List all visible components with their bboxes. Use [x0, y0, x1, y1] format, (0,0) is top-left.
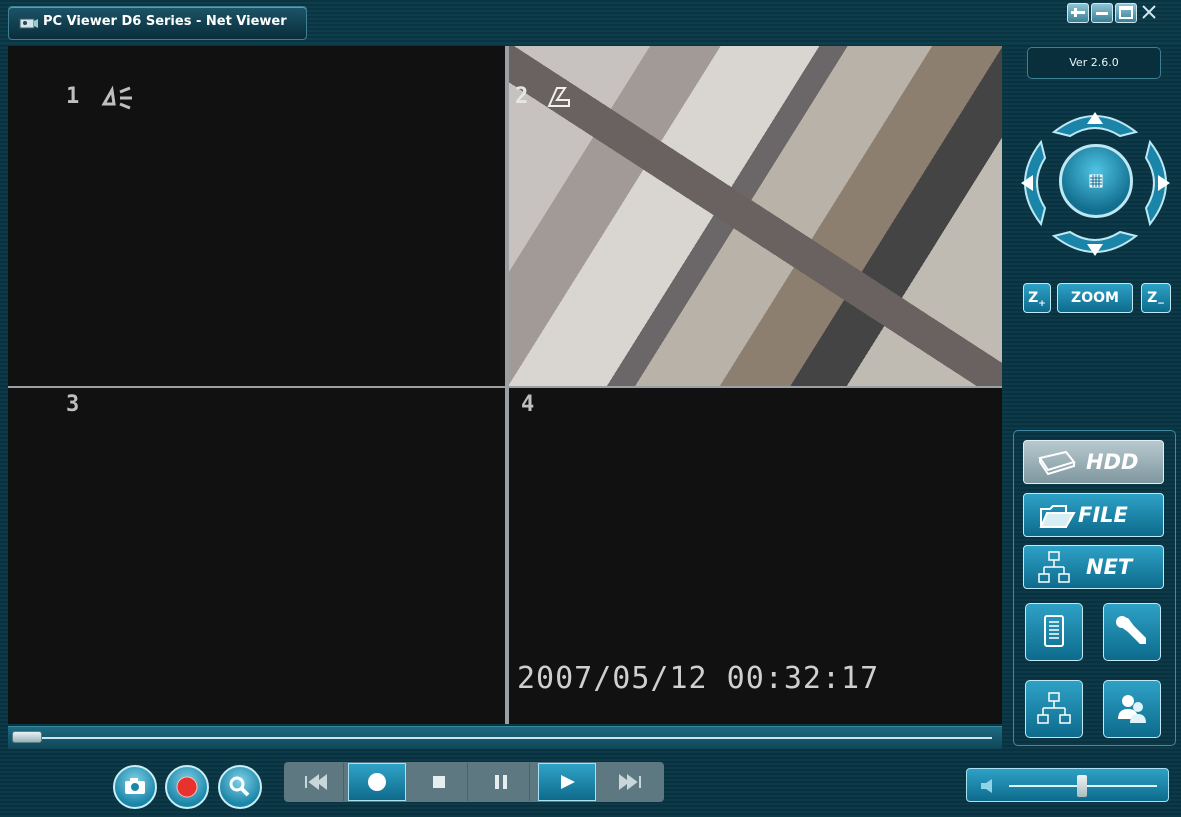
- record-icon: [176, 776, 198, 798]
- channel-1-view[interactable]: 1: [8, 46, 505, 386]
- skip-back-icon: [305, 774, 327, 790]
- settings-button[interactable]: [1103, 603, 1161, 661]
- bottom-toolbar: [0, 750, 1181, 817]
- pin-icon: [1071, 8, 1085, 17]
- zoom-in-label: Z: [1028, 290, 1039, 306]
- wrench-icon: [1116, 616, 1146, 644]
- mode-net-label: NET: [1086, 555, 1133, 579]
- zoom-out-label: Z: [1147, 290, 1158, 306]
- live-record-button[interactable]: [348, 763, 406, 801]
- skip-forward-icon: [619, 774, 641, 790]
- network-icon: [1038, 551, 1070, 583]
- minimize-button[interactable]: [1091, 3, 1113, 23]
- timestamp: 2007/05/12 00:32:17: [517, 661, 880, 696]
- speaker-icon: [981, 779, 992, 793]
- ptz-down-button[interactable]: [1050, 230, 1140, 264]
- folder-icon: [1039, 505, 1076, 528]
- snapshot-button[interactable]: [113, 765, 157, 809]
- grid-divider-horizontal: [8, 386, 1002, 388]
- volume-control[interactable]: [966, 768, 1169, 802]
- title-tab: PC Viewer D6 Series - Net Viewer: [8, 6, 307, 40]
- skip-back-button[interactable]: [286, 763, 344, 801]
- stop-button[interactable]: [410, 763, 468, 801]
- close-icon: [1142, 5, 1156, 19]
- record-dot-icon: [368, 773, 386, 791]
- ptz-up-button[interactable]: [1050, 104, 1140, 138]
- pause-icon: [495, 775, 507, 789]
- channel-2-number: 2: [515, 84, 529, 109]
- search-button[interactable]: [218, 765, 262, 809]
- seek-thumb[interactable]: [12, 731, 42, 743]
- video-grid: 1 2 3 4 2007/05/12 00:32:17: [8, 46, 1002, 724]
- seek-track[interactable]: [32, 737, 992, 739]
- users-icon: [1118, 695, 1146, 723]
- record-button[interactable]: [165, 765, 209, 809]
- mode-hdd-button[interactable]: HDD: [1023, 440, 1164, 484]
- log-icon: [1044, 615, 1064, 647]
- zoom-out-button[interactable]: Z−: [1141, 283, 1171, 313]
- channel-3-view[interactable]: 3: [8, 388, 505, 724]
- log-button[interactable]: [1025, 603, 1083, 661]
- search-icon: [229, 776, 250, 797]
- stop-icon: [433, 776, 445, 788]
- zoom-label: ZOOM: [1071, 290, 1119, 306]
- title-bar: PC Viewer D6 Series - Net Viewer: [0, 0, 1181, 44]
- channel-3-number: 3: [66, 392, 80, 417]
- camera-icon: [125, 778, 145, 794]
- ptz-right-button[interactable]: [1142, 138, 1178, 228]
- maximize-icon: [1119, 6, 1133, 19]
- hdd-icon: [1038, 450, 1076, 476]
- seek-bar[interactable]: [8, 726, 1002, 749]
- channel-4-number: 4: [521, 392, 535, 417]
- minimize-icon: [1096, 12, 1108, 15]
- close-button[interactable]: [1139, 3, 1161, 23]
- zoom-label-button[interactable]: ZOOM: [1057, 283, 1133, 313]
- ptz-center-button[interactable]: [1059, 144, 1133, 218]
- volume-thumb[interactable]: [1077, 775, 1087, 797]
- pin-button[interactable]: [1067, 3, 1089, 23]
- app-window: PC Viewer D6 Series - Net Viewer Ver 2.6…: [0, 0, 1181, 817]
- grid-icon: [1089, 174, 1103, 188]
- grid-divider-vertical: [505, 46, 509, 724]
- mode-hdd-label: HDD: [1086, 450, 1139, 474]
- mode-file-label: FILE: [1078, 503, 1128, 527]
- channel-2-view[interactable]: 2: [509, 46, 1002, 386]
- audio-icon: [101, 85, 132, 110]
- skip-forward-button[interactable]: [602, 763, 660, 801]
- window-title: PC Viewer D6 Series - Net Viewer: [43, 14, 287, 29]
- play-button[interactable]: [538, 763, 596, 801]
- audio-icon: [547, 87, 570, 107]
- camera-app-icon: [19, 18, 38, 29]
- ptz-left-button[interactable]: [1013, 138, 1049, 228]
- network-icon: [1037, 692, 1071, 724]
- remote-network-button[interactable]: [1025, 680, 1083, 738]
- pause-button[interactable]: [472, 763, 530, 801]
- zoom-in-button[interactable]: Z+: [1023, 283, 1051, 313]
- channel-4-view[interactable]: 4 2007/05/12 00:32:17: [509, 388, 1002, 724]
- transport-controls: [284, 762, 664, 802]
- channel-1-number: 1: [66, 84, 80, 109]
- users-button[interactable]: [1103, 680, 1161, 738]
- maximize-button[interactable]: [1115, 3, 1137, 23]
- mode-net-button[interactable]: NET: [1023, 545, 1164, 589]
- mode-file-button[interactable]: FILE: [1023, 493, 1164, 537]
- version-label: Ver 2.6.0: [1027, 47, 1161, 79]
- play-icon: [561, 775, 575, 789]
